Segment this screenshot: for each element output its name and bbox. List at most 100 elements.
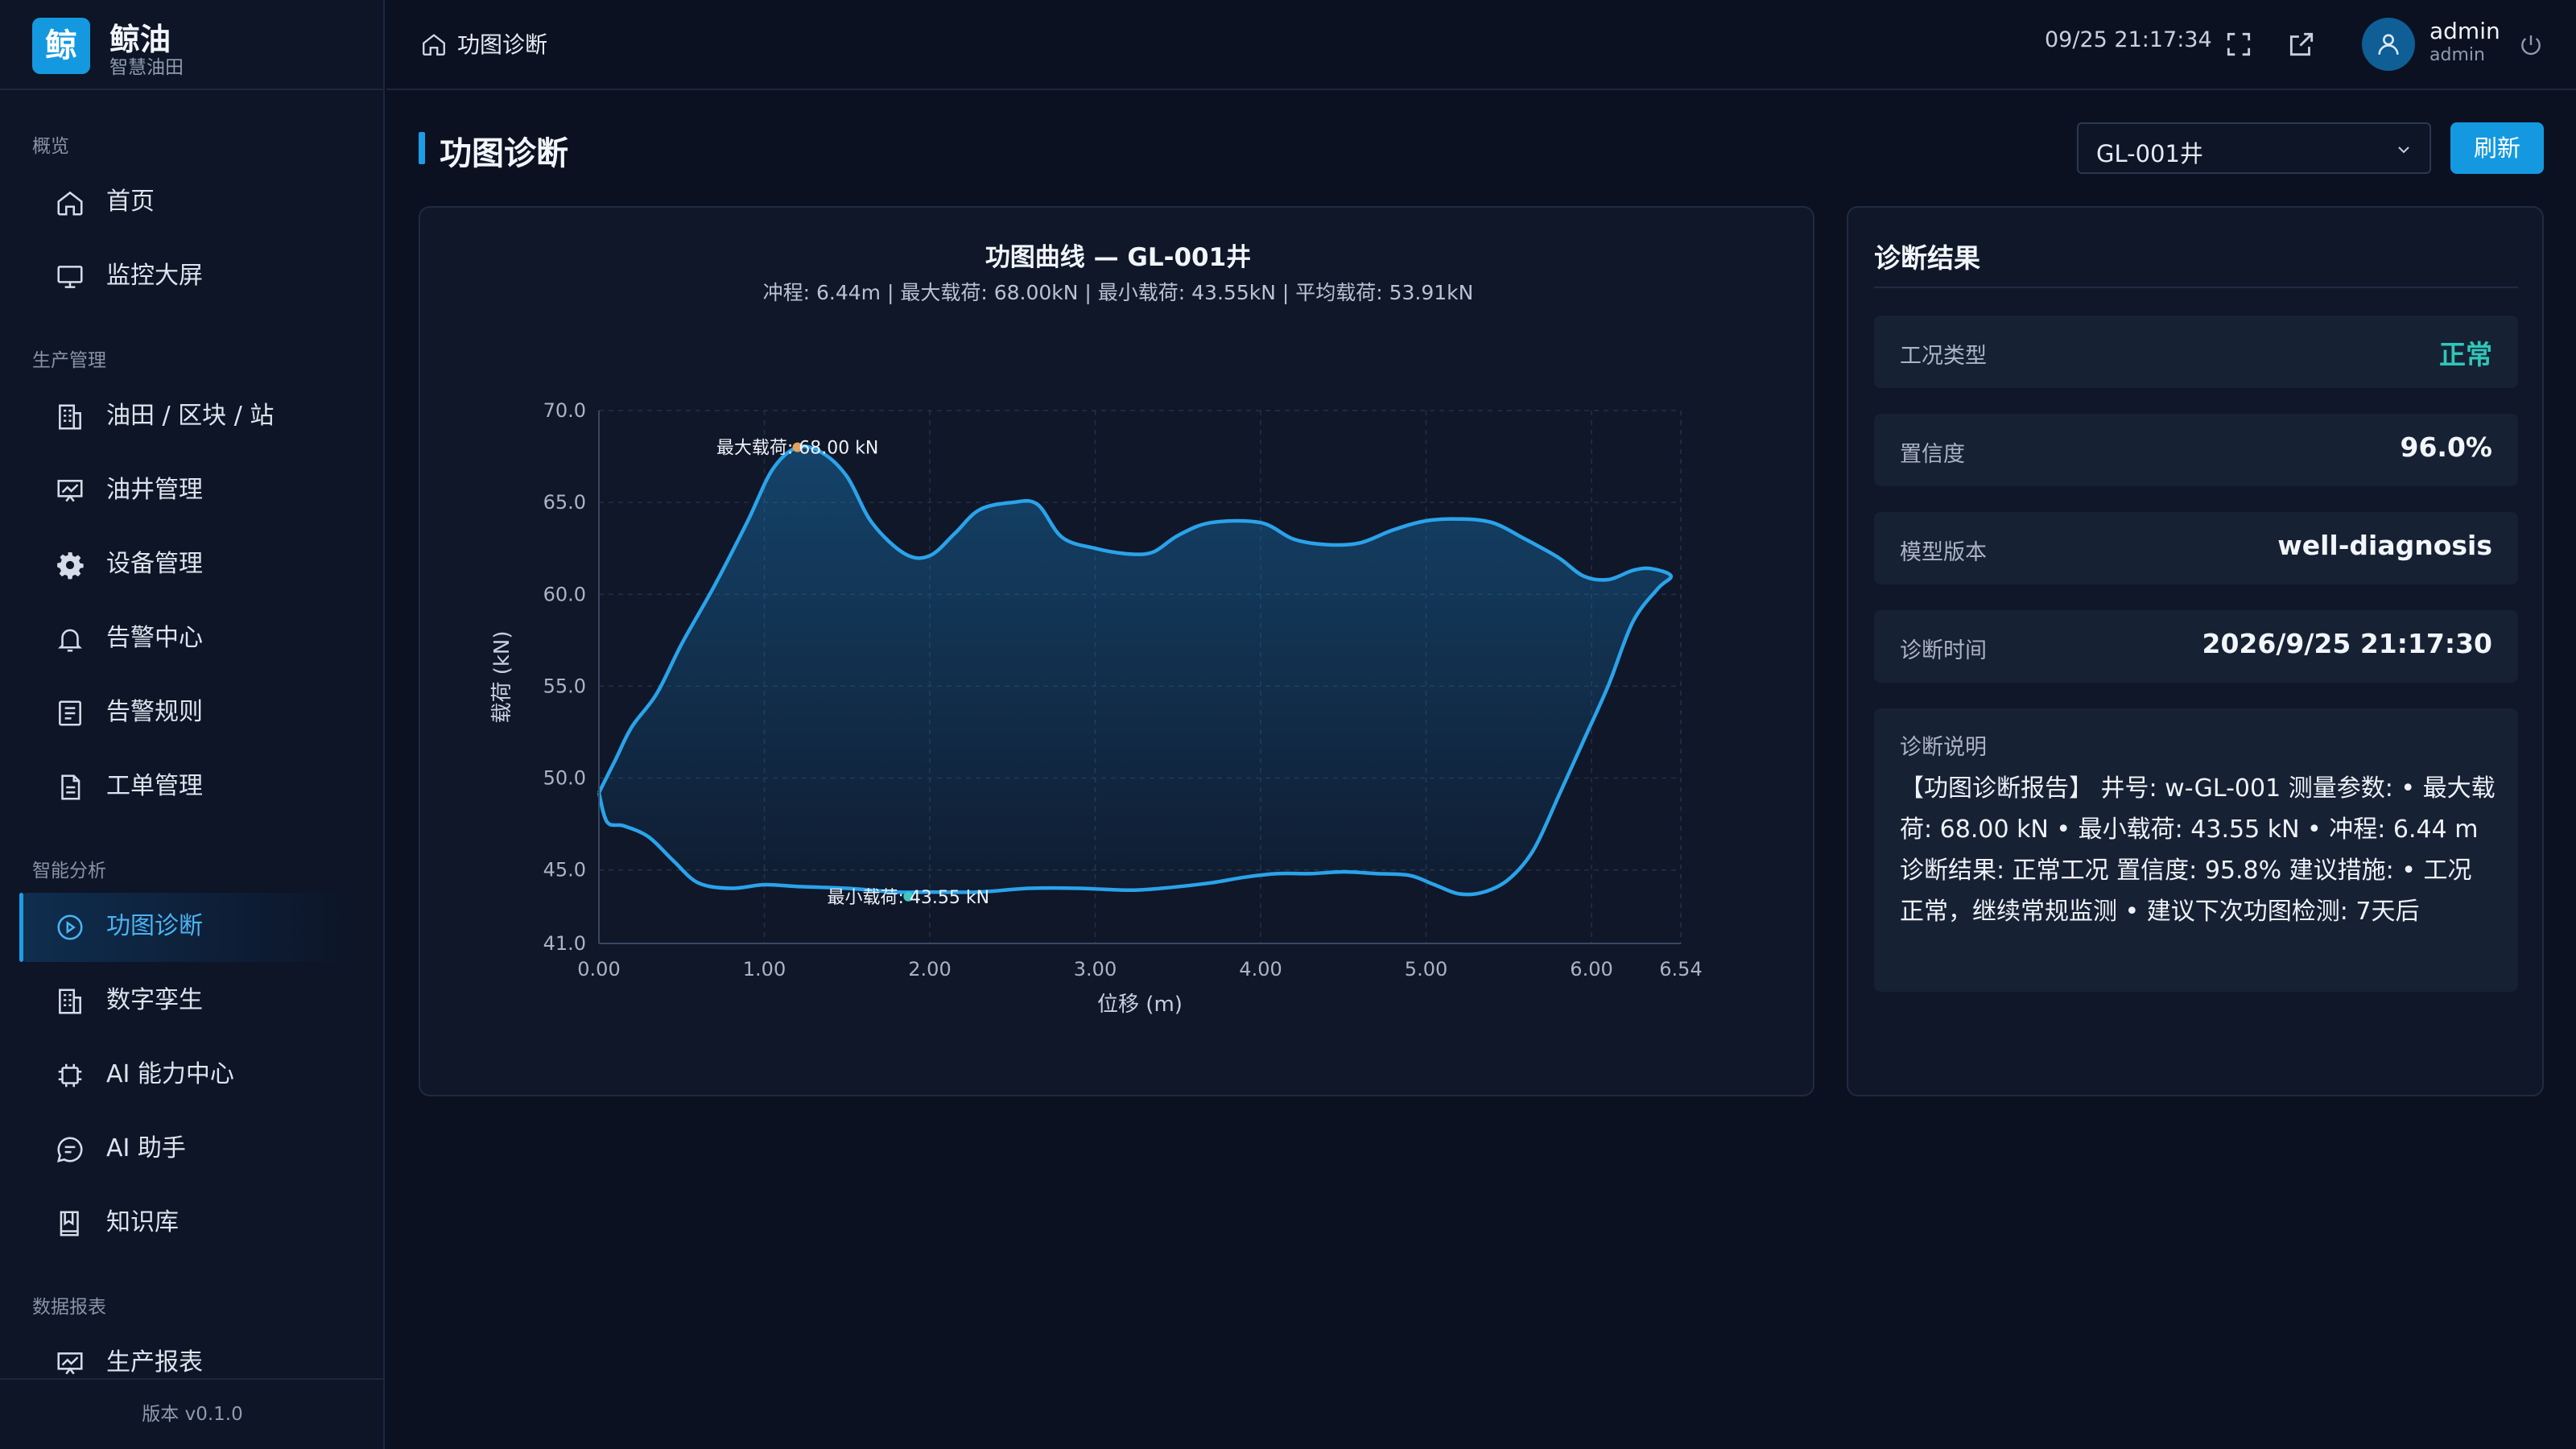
sidebar-item-label: 知识库 [106,1208,179,1236]
sidebar-item-label: 设备管理 [106,550,203,578]
sidebar-item-label: 油田 / 区块 / 站 [106,402,275,430]
sidebar-item-production-report[interactable]: 生产报表 [19,1329,365,1377]
sidebar-item-dynacard-diagnosis[interactable]: 功图诊断 [19,893,365,962]
x-tick-label: 4.00 [1239,958,1282,980]
y-tick-label: 45.0 [543,859,586,881]
app-subtitle: 智慧油田 [109,57,184,78]
brand-header: 鲸 鲸油 智慧油田 [0,0,385,90]
note-text: 【功图诊断报告】 井号: w-GL-001 测量参数: • 最大载荷: 68.0… [1900,774,2496,926]
y-tick-label: 55.0 [543,675,586,697]
sidebar-item-monitor-screen[interactable]: 监控大屏 [19,242,365,312]
y-tick-label: 60.0 [543,583,586,605]
rules-icon [59,700,81,726]
diagnosis-note: 诊断说明 【功图诊断报告】 井号: w-GL-001 测量参数: • 最大载荷:… [1874,708,2518,992]
sidebar-item-wells[interactable]: 油井管理 [19,456,365,526]
sidebar-item-devices[interactable]: 设备管理 [19,530,365,600]
section-title-overview: 概览 [32,136,69,157]
sidebar-item-label: 生产报表 [106,1348,203,1377]
book-icon [60,1211,79,1236]
top-bar: 功图诊断 09/25 21:17:34 admin admin [386,0,2576,90]
user-role: admin [2429,45,2485,65]
y-tick-label: 50.0 [543,767,586,790]
annotation-label: 最大载荷: 68.00 kN [716,439,879,459]
sidebar-item-work-orders[interactable]: 工单管理 [19,753,365,822]
y-tick-label: 70.0 [543,399,586,422]
x-axis-title: 位移 (m) [1097,993,1183,1017]
sidebar-item-knowledge-base[interactable]: 知识库 [19,1189,365,1258]
bell-icon [58,629,82,652]
divider [1874,287,2518,288]
x-tick-label: 6.54 [1659,958,1702,980]
sidebar-item-digital-twin[interactable]: 数字孪生 [19,967,365,1036]
gear-icon [57,552,84,580]
sidebar-item-label: AI 能力中心 [106,1060,234,1088]
sidebar-item-fields[interactable]: 油田 / 区块 / 站 [19,382,365,452]
chip-icon [58,1063,82,1088]
section-title-production: 生产管理 [32,350,106,371]
row-label: 模型版本 [1900,540,1987,565]
sidebar-item-label: AI 助手 [106,1134,186,1162]
user-icon [2378,34,2399,55]
diagnosis-row-confidence: 置信度 96.0% [1874,414,2518,486]
document-icon [61,774,80,800]
sidebar-item-ai-center[interactable]: AI 能力中心 [19,1041,365,1110]
y-tick-label: 41.0 [543,932,586,955]
diagnosis-card: 诊断结果 工况类型 正常 置信度 96.0% 模型版本 well-diagnos… [1847,206,2544,1096]
page-title: 功图诊断 [440,135,568,172]
series-area [599,446,1671,895]
x-tick-label: 1.00 [743,958,786,980]
sidebar-item-label: 告警中心 [106,624,203,652]
well-select[interactable]: GL-001井 [2077,122,2431,174]
x-tick-label: 2.00 [908,958,951,980]
building-icon [59,404,81,430]
sidebar-item-label: 数字孪生 [106,986,203,1014]
building-icon [59,989,81,1014]
chevron-down-icon [2398,147,2409,154]
sidebar-item-ai-assistant[interactable]: AI 助手 [19,1115,365,1184]
external-link-icon[interactable] [2286,29,2317,60]
breadcrumb: 功图诊断 [457,31,548,58]
fullscreen-icon[interactable] [2223,29,2254,60]
row-value: 2026/9/25 21:17:30 [2202,628,2493,659]
diagnosis-row-time: 诊断时间 2026/9/25 21:17:30 [1874,610,2518,683]
home-icon[interactable] [420,31,448,58]
datetime-display: 09/25 21:17:34 [2045,27,2212,52]
sidebar-item-label: 监控大屏 [106,262,203,290]
note-label: 诊断说明 [1900,735,1987,760]
section-title-reports: 数据报表 [32,1297,106,1318]
presentation-icon [57,1352,83,1375]
annotation-label: 最小载荷: 43.55 kN [828,888,990,908]
dynacard-chart-card: 功图曲线 — GL-001井 冲程: 6.44m | 最大载荷: 68.00kN… [419,206,1814,1096]
sidebar-item-alarm-center[interactable]: 告警中心 [19,605,365,674]
sidebar-item-label: 工单管理 [106,772,203,800]
app-logo: 鲸 [32,18,90,74]
title-accent-bar [419,132,425,164]
row-value: well-diagnosis [2277,530,2492,561]
play-circle-icon [57,914,83,940]
section-title-analysis: 智能分析 [32,861,106,881]
sidebar-item-label: 告警规则 [106,698,203,726]
chat-icon [56,1137,83,1163]
refresh-button[interactable]: 刷新 [2450,122,2544,174]
sidebar-item-label: 功图诊断 [106,912,203,940]
x-tick-label: 5.00 [1405,958,1447,980]
power-icon[interactable] [2518,32,2544,58]
user-name: admin [2429,18,2500,44]
y-tick-label: 65.0 [543,491,586,514]
row-label: 工况类型 [1900,344,1987,369]
sidebar-item-home[interactable]: 首页 [19,168,365,237]
row-label: 置信度 [1900,442,1965,467]
sidebar-item-label: 油井管理 [106,476,203,504]
dynacard-chart: 70.0 65.0 60.0 55.0 50.0 45.0 41.0 0.00 1.00 2.00… [490,399,1703,1017]
sidebar: 鲸 鲸油 智慧油田 概览 首页 监控大屏 生产管理 油田 / 区块 / 站 油井… [0,0,385,1449]
sidebar-item-alarm-rules[interactable]: 告警规则 [19,679,365,748]
version-label: 版本 v0.1.0 [0,1378,385,1449]
x-tick-label: 0.00 [577,958,620,980]
x-tick-label: 3.00 [1074,958,1117,980]
well-select-value: GL-001井 [2096,140,2203,167]
status-badge: 正常 [2439,339,2492,370]
x-tick-label: 6.00 [1570,958,1612,980]
avatar[interactable] [2362,18,2415,71]
diagnosis-row-condition: 工况类型 正常 [1874,316,2518,388]
sidebar-item-label: 首页 [106,188,155,216]
